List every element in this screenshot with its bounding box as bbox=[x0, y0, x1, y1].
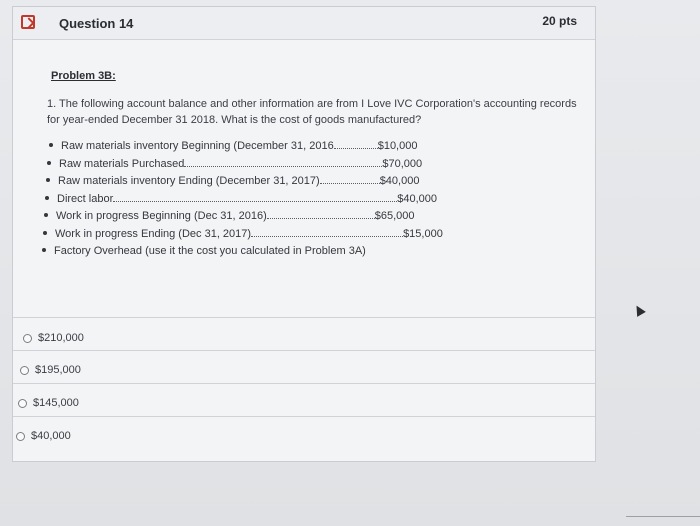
problem-label: Problem 3B: bbox=[51, 70, 116, 82]
answer-label: $210,000 bbox=[38, 332, 84, 344]
list-item: Raw materials inventory Beginning (Decem… bbox=[49, 138, 449, 156]
item-label: Raw materials inventory Beginning (Decem… bbox=[61, 140, 334, 152]
list-item: Direct labor $40,000 bbox=[45, 191, 445, 209]
bullet-icon bbox=[42, 248, 46, 253]
item-amount: $65,000 bbox=[374, 210, 415, 222]
dot-leader bbox=[113, 193, 398, 202]
question-points: 20 pts bbox=[542, 14, 577, 28]
item-label: Raw materials inventory Ending (December… bbox=[58, 175, 320, 187]
dot-leader bbox=[333, 140, 378, 149]
bullet-icon bbox=[44, 213, 48, 218]
bullet-icon bbox=[45, 195, 49, 200]
bullet-icon bbox=[43, 230, 47, 235]
answer-divider bbox=[13, 350, 595, 351]
item-label: Work in progress Ending (Dec 31, 2017) bbox=[55, 227, 252, 240]
flag-icon[interactable] bbox=[21, 15, 35, 29]
cursor-icon bbox=[632, 303, 646, 317]
answer-option-4[interactable]: $40,000 bbox=[16, 430, 71, 442]
answer-divider bbox=[13, 317, 595, 318]
list-item: Raw materials Purchased $70,000 bbox=[47, 156, 447, 174]
list-item: Work in progress Beginning (Dec 31, 2016… bbox=[44, 208, 444, 226]
bullet-icon bbox=[47, 160, 51, 165]
item-label: Raw materials Purchased bbox=[59, 157, 185, 170]
list-item: Work in progress Ending (Dec 31, 2017) $1… bbox=[43, 226, 443, 244]
question-header: Question 14 20 pts bbox=[13, 7, 595, 40]
item-label: Work in progress Beginning (Dec 31, 2016… bbox=[56, 210, 267, 222]
answer-option-3[interactable]: $145,000 bbox=[18, 397, 79, 409]
dot-leader bbox=[319, 175, 380, 184]
item-amount: $15,000 bbox=[403, 227, 443, 240]
answer-label: $40,000 bbox=[31, 430, 71, 442]
radio-icon[interactable] bbox=[16, 431, 25, 441]
answer-option-2[interactable]: $195,000 bbox=[20, 364, 81, 376]
account-data-list: Raw materials inventory Beginning (Decem… bbox=[42, 138, 446, 261]
answer-label: $145,000 bbox=[33, 397, 79, 409]
dot-leader bbox=[266, 210, 375, 219]
edge-divider bbox=[626, 516, 700, 517]
item-label: Factory Overhead (use it the cost you ca… bbox=[54, 245, 366, 257]
list-item: Factory Overhead (use it the cost you ca… bbox=[42, 243, 442, 261]
radio-icon[interactable] bbox=[20, 365, 29, 375]
item-amount: $40,000 bbox=[379, 175, 420, 187]
radio-icon[interactable] bbox=[23, 333, 32, 343]
item-amount: $70,000 bbox=[382, 157, 423, 170]
bullet-icon bbox=[49, 143, 53, 148]
dot-leader bbox=[251, 228, 404, 237]
question-title: Question 14 bbox=[59, 16, 134, 31]
item-amount: $40,000 bbox=[397, 192, 438, 205]
problem-prompt: 1. The following account balance and oth… bbox=[47, 98, 577, 126]
answer-option-1[interactable]: $210,000 bbox=[23, 332, 84, 344]
dot-leader bbox=[184, 158, 383, 167]
answer-divider bbox=[13, 416, 595, 417]
radio-icon[interactable] bbox=[18, 398, 27, 408]
list-item: Raw materials inventory Ending (December… bbox=[46, 173, 446, 191]
question-card: Question 14 20 pts Problem 3B: 1. The fo… bbox=[12, 6, 596, 462]
item-amount: $10,000 bbox=[377, 140, 418, 152]
answer-label: $195,000 bbox=[35, 364, 81, 376]
quiz-page: Question 14 20 pts Problem 3B: 1. The fo… bbox=[0, 0, 700, 526]
item-label: Direct labor bbox=[57, 192, 114, 205]
answer-divider bbox=[13, 383, 595, 384]
bullet-icon bbox=[46, 178, 50, 183]
